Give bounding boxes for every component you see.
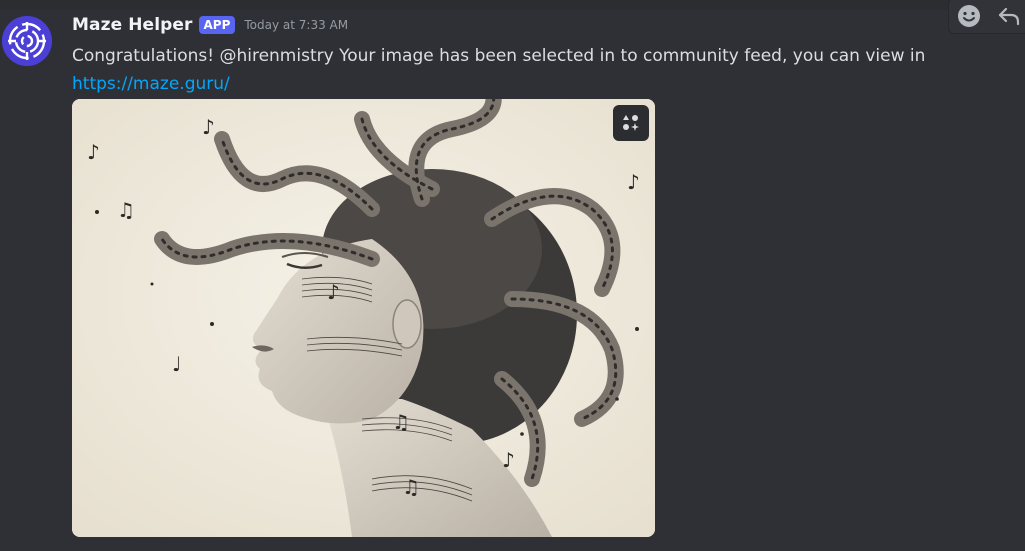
svg-text:♫: ♫: [402, 475, 420, 499]
svg-text:♪: ♪: [502, 448, 515, 472]
add-reaction-button[interactable]: [955, 2, 983, 30]
apps-icon: [623, 115, 639, 131]
reply-button[interactable]: [995, 2, 1023, 30]
svg-text:♪: ♪: [202, 115, 215, 139]
message-text: Congratulations! @hirenmistry Your image…: [72, 46, 926, 66]
image-apps-button[interactable]: [613, 105, 649, 141]
message-actions-bar: [948, 0, 1025, 34]
emoji-smile-icon: [958, 5, 980, 27]
message-content: Congratulations! @hirenmistry Your image…: [72, 42, 1002, 98]
svg-text:♪: ♪: [327, 280, 340, 304]
svg-text:♩: ♩: [172, 352, 181, 376]
app-badge: APP: [198, 16, 236, 34]
maze-logo-icon: [2, 16, 52, 66]
svg-text:♫: ♫: [117, 198, 135, 222]
svg-text:♪: ♪: [627, 170, 640, 194]
svg-text:♪: ♪: [87, 140, 100, 164]
reply-arrow-icon: [998, 7, 1020, 26]
timestamp[interactable]: Today at 7:33 AM: [244, 18, 348, 32]
top-strip: [0, 0, 1025, 10]
svg-text:♫: ♫: [392, 410, 410, 434]
author-name[interactable]: Maze Helper: [72, 15, 193, 35]
community-feed-link[interactable]: https://maze.guru/: [72, 74, 230, 94]
attached-image[interactable]: ♫ ♪ ♪ ♪ ♩ ♪ ♪ ♫ ♫: [72, 99, 655, 537]
avatar[interactable]: [2, 16, 52, 66]
message-header: Maze Helper APP Today at 7:33 AM: [72, 15, 348, 35]
message-container: Maze Helper APP Today at 7:33 AM Congrat…: [0, 0, 1025, 551]
medusa-artwork: ♫ ♪ ♪ ♪ ♩ ♪ ♪ ♫ ♫: [72, 99, 655, 537]
